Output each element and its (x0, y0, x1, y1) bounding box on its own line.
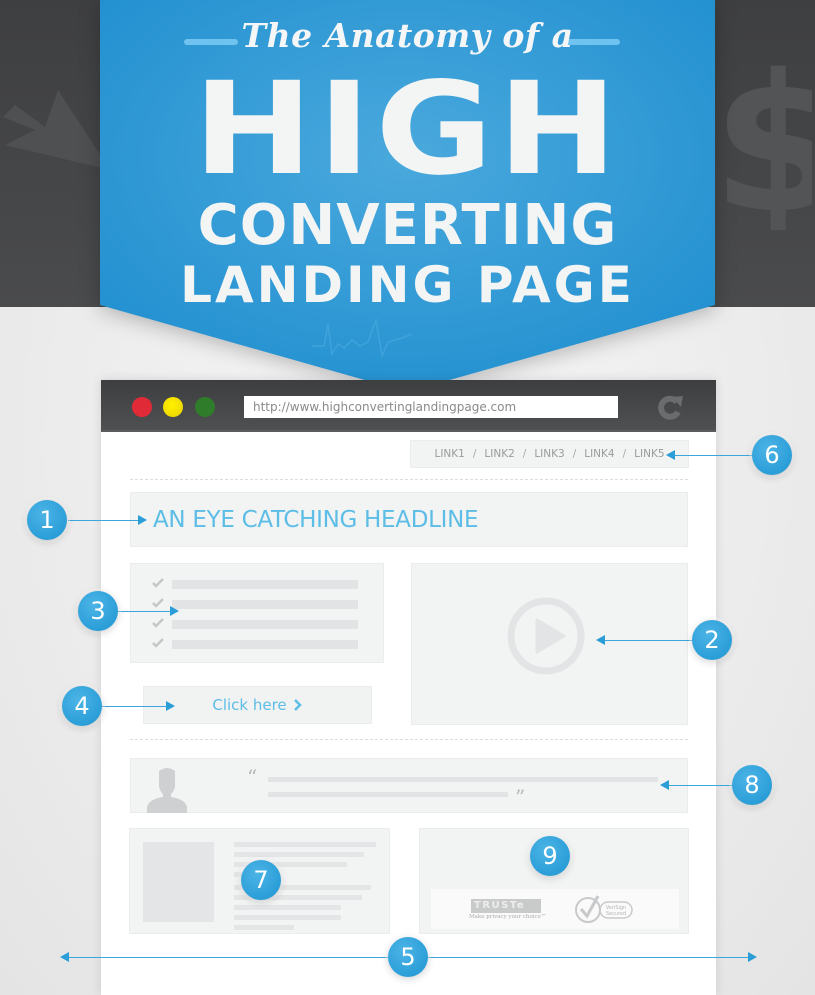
user-silhouette-icon (147, 768, 187, 813)
benefit-text-placeholder (172, 600, 358, 609)
arrowhead-icon (170, 606, 179, 616)
testimonial-section: “ ” (130, 758, 688, 813)
nav-link-2[interactable]: LINK2 (484, 448, 514, 460)
benefit-text-placeholder (172, 580, 358, 589)
callout-leader-6 (674, 455, 754, 456)
nav-link-1[interactable]: LINK1 (434, 448, 464, 460)
arrowhead-icon (666, 450, 675, 460)
benefit-text-placeholder (172, 640, 358, 649)
close-window-button[interactable] (132, 397, 152, 417)
address-bar[interactable] (244, 396, 618, 418)
nav-separator: / (572, 448, 577, 460)
play-icon[interactable] (506, 596, 586, 676)
benefit-item (151, 638, 361, 650)
banner-title-converting: CONVERTING (197, 193, 618, 258)
article-text-placeholder (234, 842, 376, 847)
article-text-placeholder (234, 915, 341, 920)
maximize-window-button[interactable] (195, 397, 215, 417)
checkmark-icon (152, 598, 164, 608)
section-divider (130, 739, 688, 740)
callout-leader-8 (668, 785, 734, 786)
video-section (411, 563, 688, 725)
nav-separator: / (472, 448, 477, 460)
open-quote-icon: “ (247, 765, 258, 789)
callout-leader-1 (68, 520, 140, 521)
article-text-placeholder (234, 905, 341, 910)
callout-marker-7: 7 (241, 860, 281, 900)
minimize-window-button[interactable] (163, 397, 183, 417)
title-banner: The Anatomy of a HIGH CONVERTING LANDING… (100, 0, 715, 395)
headline-text: AN EYE CATCHING HEADLINE (153, 507, 479, 533)
callout-marker-5: 5 (388, 937, 428, 977)
arrowhead-icon (138, 515, 147, 525)
nav-link-5[interactable]: LINK5 (634, 448, 664, 460)
checkmark-icon (152, 638, 164, 648)
verisign-secured-badge: VeriSign Secured (575, 895, 633, 923)
callout-marker-2: 2 (692, 620, 732, 660)
svg-text:Secured: Secured (606, 911, 626, 917)
quote-text-placeholder (268, 777, 658, 782)
browser-toolbar (101, 380, 716, 432)
checkmark-icon (152, 618, 164, 628)
callout-leader-4 (102, 706, 168, 707)
callout-marker-9: 9 (530, 836, 570, 876)
truste-logo: TRUSTe (471, 899, 541, 913)
navigation-links: LINK1 / LINK2 / LINK3 / LINK4 / LINK5 (410, 440, 689, 468)
benefit-text-placeholder (172, 620, 358, 629)
arrowhead-icon (166, 701, 175, 711)
callout-leader-3 (118, 611, 170, 612)
section-divider (130, 479, 688, 480)
refresh-icon[interactable] (655, 392, 685, 422)
callout-leader-2 (604, 640, 692, 641)
callout-marker-6: 6 (752, 435, 792, 475)
benefit-item (151, 618, 361, 630)
callout-marker-1: 1 (27, 500, 67, 540)
article-text-placeholder (234, 925, 294, 930)
chevron-right-icon (293, 699, 302, 711)
close-quote-icon: ” (515, 785, 526, 809)
article-image-placeholder (143, 842, 214, 922)
heartbeat-icon (312, 318, 412, 359)
nav-separator: / (522, 448, 527, 460)
banner-title-landing-page: LANDING PAGE (180, 256, 635, 314)
truste-tagline: Make privacy your choice™ (469, 914, 547, 920)
arrowhead-icon (748, 952, 757, 962)
callout-marker-4: 4 (62, 686, 102, 726)
trust-badge-strip: TRUSTe Make privacy your choice™ VeriSig… (431, 889, 679, 929)
nav-link-3[interactable]: LINK3 (534, 448, 564, 460)
cta-label: Click here (212, 696, 287, 714)
article-text-placeholder (234, 852, 364, 857)
arrowhead-icon (596, 635, 605, 645)
callout-marker-8: 8 (732, 765, 772, 805)
nav-separator: / (622, 448, 627, 460)
benefits-list (130, 563, 384, 663)
arrowhead-icon (60, 952, 69, 962)
click-here-button[interactable]: Click here (143, 686, 372, 724)
browser-window: LINK1 / LINK2 / LINK3 / LINK4 / LINK5 AN… (101, 380, 716, 995)
banner-title-high: HIGH (193, 55, 622, 204)
benefit-item (151, 578, 361, 590)
checkmark-icon (152, 578, 164, 588)
banner-script-title: The Anatomy of a (241, 16, 574, 55)
callout-marker-3: 3 (78, 591, 118, 631)
headline-section: AN EYE CATCHING HEADLINE (130, 492, 688, 547)
benefit-item (151, 598, 361, 610)
arrowhead-icon (660, 780, 669, 790)
nav-link-4[interactable]: LINK4 (584, 448, 614, 460)
quote-text-placeholder (268, 792, 508, 797)
